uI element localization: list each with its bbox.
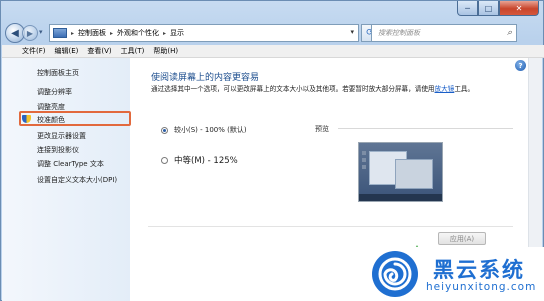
sidebar-item-control-panel-home[interactable]: 控制面板主页 (37, 68, 79, 78)
breadcrumb-item-control-panel[interactable]: 控制面板 (78, 28, 106, 38)
option-medium[interactable]: 中等(M) - 125% (161, 154, 238, 166)
close-button[interactable]: ✕ (499, 1, 539, 16)
option-medium-label: 中等(M) - 125% (174, 156, 238, 166)
maximize-button[interactable]: □ (478, 1, 499, 16)
search-placeholder: 搜索控制面板 (378, 29, 420, 37)
menu-help[interactable]: 帮助(H) (153, 46, 178, 56)
divider (148, 226, 513, 227)
menu-tools[interactable]: 工具(T) (121, 46, 145, 56)
address-dropdown-icon[interactable]: ▾ (350, 28, 354, 36)
forward-button[interactable]: ▶ (22, 25, 38, 41)
sidebar-item-projector[interactable]: 连接到投影仪 (37, 145, 79, 155)
breadcrumb-item-display[interactable]: 显示 (170, 28, 184, 38)
sidebar-item-cleartype[interactable]: 调整 ClearType 文本 (37, 159, 104, 169)
apply-button[interactable]: 应用(A) (438, 232, 486, 245)
preview-label: 预览 (315, 125, 329, 133)
preview-desktop-icon (362, 165, 366, 169)
menu-bar: 文件(F) 编辑(E) 查看(V) 工具(T) 帮助(H) (2, 45, 544, 58)
magnifier-link[interactable]: 放大镜 (435, 85, 455, 93)
option-smaller[interactable]: 较小(S) - 100% (默认) (161, 125, 247, 135)
preview-window-front (395, 159, 433, 189)
address-bar-row: ◀ ▶ ▾ ▸ 控制面板 ▸ 外观和个性化 ▸ 显示 ▾ ⟳ 搜索控制面板 ⌕ (5, 23, 541, 43)
menu-edit[interactable]: 编辑(E) (55, 46, 79, 56)
breadcrumb: ▸ 控制面板 ▸ 外观和个性化 ▸ 显示 (71, 28, 184, 38)
preview-desktop-icon (362, 158, 366, 162)
radio-smaller[interactable] (161, 126, 168, 134)
control-panel-icon (53, 28, 67, 38)
preview-image (358, 142, 443, 202)
highlight-box (19, 111, 131, 126)
swirl-icon (378, 257, 412, 291)
breadcrumb-item-appearance[interactable]: 外观和个性化 (117, 28, 159, 38)
preview-taskbar (359, 194, 442, 201)
search-icon[interactable]: ⌕ (507, 28, 512, 38)
search-input[interactable]: 搜索控制面板 ⌕ (371, 24, 517, 42)
description-text: 通过选择其中一个选项，可以更改屏幕上的文本大小以及其他项。若要暂时放大部分屏幕，… (151, 85, 435, 93)
minimize-button[interactable]: ─ (457, 1, 478, 16)
address-bar[interactable]: ▸ 控制面板 ▸ 外观和个性化 ▸ 显示 ▾ (49, 24, 359, 42)
back-arrow-icon: ◀ (11, 27, 19, 39)
page-title: 使阅读屏幕上的内容更容易 (151, 73, 260, 83)
window-controls: ─ □ ✕ (457, 1, 539, 16)
help-icon[interactable]: ? (515, 60, 526, 71)
sidebar-item-custom-dpi[interactable]: 设置自定义文本大小(DPI) (37, 175, 117, 185)
preview-divider (338, 128, 513, 129)
page-description: 通过选择其中一个选项，可以更改屏幕上的文本大小以及其他项。若要暂时放大部分屏幕，… (151, 84, 491, 94)
sidebar-item-resolution[interactable]: 调整分辨率 (37, 87, 72, 97)
breadcrumb-separator-icon[interactable]: ▸ (110, 30, 113, 37)
breadcrumb-separator-icon[interactable]: ▸ (163, 30, 166, 37)
radio-medium[interactable] (161, 156, 168, 164)
watermark-logo-icon (372, 251, 418, 297)
sidebar-item-display-settings[interactable]: 更改显示器设置 (37, 131, 86, 141)
preview-desktop-icon (362, 151, 366, 155)
option-smaller-label: 较小(S) - 100% (默认) (174, 126, 247, 134)
breadcrumb-separator-icon: ▸ (71, 29, 75, 37)
menu-view[interactable]: 查看(V) (87, 46, 111, 56)
sidebar: 控制面板主页 调整分辨率 调整亮度 校准颜色 更改显示器设置 连接到投影仪 调整… (2, 58, 131, 301)
menu-file[interactable]: 文件(F) (22, 46, 46, 56)
forward-arrow-icon: ▶ (26, 28, 34, 38)
recent-pages-dropdown[interactable]: ▾ (39, 28, 43, 36)
description-tail: 工具。 (454, 85, 475, 93)
watermark-url: heiyunxitong.com (426, 281, 537, 293)
watermark-name: 黑云系统 (433, 258, 525, 282)
sidebar-item-calibrate-color[interactable]: 校准颜色 (37, 115, 65, 125)
